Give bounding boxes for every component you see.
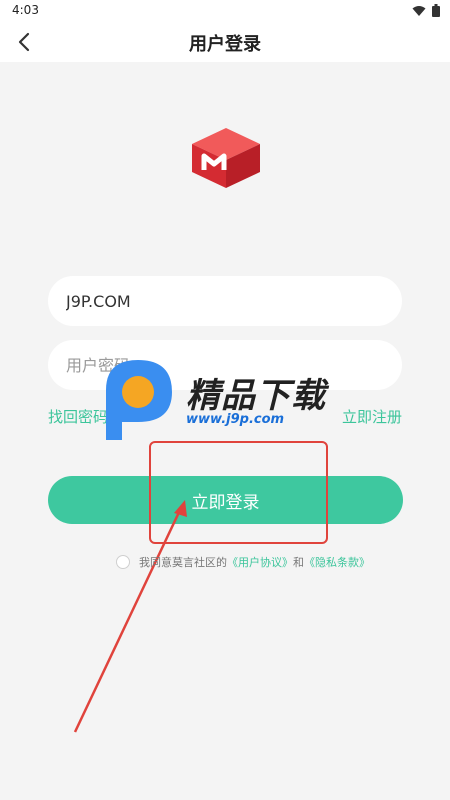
status-icons <box>412 4 440 17</box>
agreement-checkbox[interactable] <box>116 555 130 569</box>
watermark-brand: 精品下载 <box>186 376 326 416</box>
highlight-box <box>149 441 328 544</box>
nav-bar: 用户登录 <box>0 22 450 62</box>
agreement-and: 和 <box>293 556 304 569</box>
app-logo <box>192 128 260 188</box>
watermark-logo-icon <box>106 360 172 440</box>
agreement-row: 我同意莫言社区的 《用户协议》 和 《隐私条款》 <box>116 554 370 570</box>
privacy-link[interactable]: 《隐私条款》 <box>304 554 370 570</box>
agreement-prefix: 我同意莫言社区的 <box>139 556 227 569</box>
battery-icon <box>432 4 440 17</box>
status-time: 4:03 <box>12 3 39 17</box>
page-title: 用户登录 <box>189 34 261 55</box>
watermark: 精品下载 www.j9p.com <box>96 356 356 446</box>
user-agreement-link[interactable]: 《用户协议》 <box>227 554 293 570</box>
username-input[interactable] <box>66 291 384 311</box>
username-field[interactable] <box>48 276 402 326</box>
status-bar: 4:03 <box>0 0 450 22</box>
wifi-icon <box>412 5 426 16</box>
watermark-url: www.j9p.com <box>186 412 285 427</box>
